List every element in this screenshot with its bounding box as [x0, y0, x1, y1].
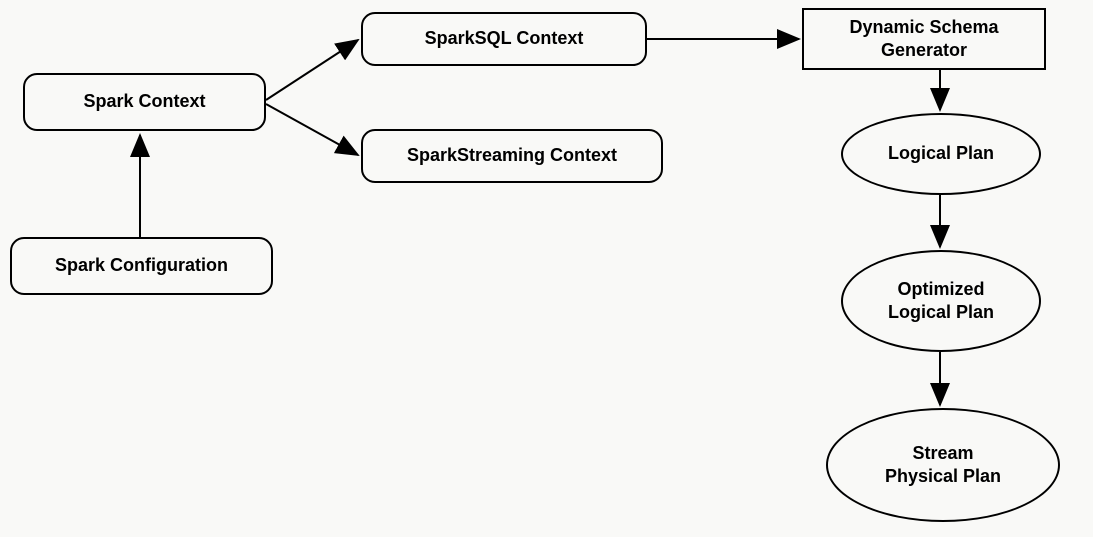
logical-plan-label: Logical Plan	[888, 142, 994, 165]
spark-context-label: Spark Context	[83, 90, 205, 113]
sparksql-context-node: SparkSQL Context	[361, 12, 647, 66]
dynamic-schema-generator-node: Dynamic Schema Generator	[802, 8, 1046, 70]
sparkstreaming-context-label: SparkStreaming Context	[407, 144, 617, 167]
logical-plan-node: Logical Plan	[841, 113, 1041, 195]
spark-configuration-node: Spark Configuration	[10, 237, 273, 295]
dynamic-schema-generator-label: Dynamic Schema Generator	[849, 16, 998, 63]
sparkstreaming-context-node: SparkStreaming Context	[361, 129, 663, 183]
optimized-logical-plan-node: Optimized Logical Plan	[841, 250, 1041, 352]
optimized-logical-plan-label: Optimized Logical Plan	[888, 278, 994, 325]
sparksql-context-label: SparkSQL Context	[425, 27, 584, 50]
spark-configuration-label: Spark Configuration	[55, 254, 228, 277]
stream-physical-plan-label: Stream Physical Plan	[885, 442, 1001, 489]
spark-context-node: Spark Context	[23, 73, 266, 131]
stream-physical-plan-node: Stream Physical Plan	[826, 408, 1060, 522]
